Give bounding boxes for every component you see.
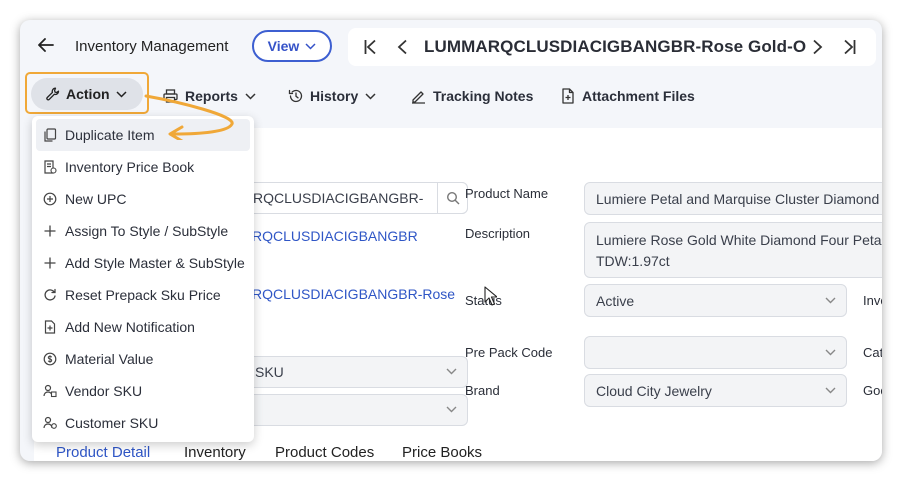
attachment-files-button[interactable]: Attachment Files: [561, 86, 695, 106]
menu-item-label: Vendor SKU: [65, 383, 143, 399]
annotation-arrow: [144, 94, 234, 140]
menu-item-label: Add New Notification: [65, 319, 195, 335]
app-window: Inventory Management View LUMMARQCLUSDIA…: [20, 20, 882, 461]
item-search-field[interactable]: RQCLUSDIACIGBANGBR-: [234, 182, 468, 214]
category-label-partial: Cat: [863, 345, 882, 360]
menu-item-add-style-master[interactable]: Add Style Master & SubStyle: [32, 247, 254, 279]
view-dropdown-button[interactable]: View: [252, 30, 332, 62]
history-icon: [288, 89, 303, 103]
tab-product-codes[interactable]: Product Codes: [275, 444, 374, 461]
refresh-icon: [43, 288, 57, 302]
action-button[interactable]: Action: [31, 78, 143, 110]
plus-icon: [43, 224, 57, 238]
menu-item-customer-sku[interactable]: Customer SKU: [32, 407, 254, 439]
next-record-icon[interactable]: [813, 39, 823, 55]
chevron-down-icon: [116, 90, 127, 98]
brand-value: Cloud City Jewelry: [596, 382, 712, 399]
menu-item-label: Reset Prepack Sku Price: [65, 287, 221, 303]
description-line1: Lumiere Rose Gold White Diamond Four Pet…: [596, 231, 882, 248]
file-plus-icon: [43, 320, 57, 334]
menu-item-label: Inventory Price Book: [65, 159, 195, 175]
item-search-value: RQCLUSDIACIGBANGBR-: [253, 190, 424, 206]
action-dropdown-menu: Duplicate Item Inventory Price Book New …: [32, 116, 254, 442]
page-title: Inventory Management: [75, 38, 229, 55]
status-value: Active: [596, 292, 635, 309]
brand-select[interactable]: Cloud City Jewelry: [584, 374, 847, 407]
mouse-cursor-icon: [484, 286, 497, 306]
chevron-down-icon: [446, 368, 457, 375]
tab-inventory[interactable]: Inventory: [184, 444, 246, 461]
menu-item-new-upc[interactable]: New UPC: [32, 183, 254, 215]
tracking-notes-button[interactable]: Tracking Notes: [411, 86, 533, 106]
description-label: Description: [465, 226, 531, 241]
menu-item-reset-prepack[interactable]: Reset Prepack Sku Price: [32, 279, 254, 311]
chevron-down-icon: [446, 406, 457, 413]
goods-label-partial: Goo: [863, 383, 882, 398]
menu-item-label: Assign To Style / SubStyle: [65, 223, 229, 239]
prepack-code-select[interactable]: [584, 336, 847, 369]
plus-circle-icon: [43, 192, 57, 206]
substyle-link[interactable]: RQCLUSDIACIGBANGBR-Rose: [252, 286, 455, 302]
back-arrow-icon[interactable]: [38, 38, 54, 52]
menu-item-inventory-price-book[interactable]: Inventory Price Book: [32, 151, 254, 183]
sku-select[interactable]: SKU: [234, 356, 468, 388]
description-line2: TDW:1.97ct: [596, 252, 670, 269]
menu-item-label: Material Value: [65, 351, 154, 367]
menu-item-label: Customer SKU: [65, 415, 159, 431]
wrench-icon: [46, 87, 60, 101]
history-label: History: [310, 88, 359, 104]
chevron-down-icon: [825, 349, 836, 355]
file-plus-icon: [561, 88, 575, 104]
copy-icon: [43, 128, 57, 142]
menu-item-add-notification[interactable]: Add New Notification: [32, 311, 254, 343]
product-name-field[interactable]: Lumiere Petal and Marquise Cluster Diamo…: [584, 182, 882, 215]
search-icon: [446, 191, 460, 205]
vendor-icon: [43, 384, 57, 398]
menu-item-assign-to-style[interactable]: Assign To Style / SubStyle: [32, 215, 254, 247]
prepack-code-label: Pre Pack Code: [465, 345, 553, 360]
chevron-down-icon: [305, 42, 316, 50]
attachment-files-label: Attachment Files: [582, 88, 695, 104]
chevron-down-icon: [365, 92, 376, 100]
search-button[interactable]: [437, 182, 468, 214]
menu-item-material-value[interactable]: Material Value: [32, 343, 254, 375]
tracking-notes-label: Tracking Notes: [433, 88, 534, 104]
price-book-icon: [43, 160, 57, 174]
menu-item-vendor-sku[interactable]: Vendor SKU: [32, 375, 254, 407]
tab-price-books[interactable]: Price Books: [402, 444, 482, 461]
first-record-icon[interactable]: [364, 39, 376, 55]
chevron-down-icon: [825, 387, 836, 393]
dollar-circle-icon: [43, 352, 57, 366]
description-field[interactable]: Lumiere Rose Gold White Diamond Four Pet…: [584, 222, 882, 278]
inventory-label-partial: Inve: [863, 293, 882, 308]
last-record-icon[interactable]: [844, 39, 856, 55]
menu-item-label: Add Style Master & SubStyle: [65, 255, 245, 271]
brand-label: Brand: [465, 383, 500, 398]
plus-icon: [43, 256, 57, 270]
style-link[interactable]: RQCLUSDIACIGBANGBR: [252, 228, 418, 244]
secondary-select[interactable]: [234, 394, 468, 426]
menu-item-label: New UPC: [65, 191, 127, 207]
tab-product-detail[interactable]: Product Detail: [56, 444, 150, 461]
action-label: Action: [66, 86, 110, 102]
pencil-icon: [411, 89, 426, 104]
product-name-label: Product Name: [465, 186, 549, 201]
chevron-down-icon: [825, 297, 836, 303]
sku-select-value: SKU: [255, 364, 284, 380]
previous-record-icon[interactable]: [397, 39, 407, 55]
item-title: LUMMARQCLUSDIACIGBANGBR-Rose Gold-O: [424, 37, 807, 56]
view-label: View: [267, 38, 300, 54]
product-name-value: Lumiere Petal and Marquise Cluster Diamo…: [596, 190, 882, 207]
history-button[interactable]: History: [288, 86, 376, 106]
status-select[interactable]: Active: [584, 284, 847, 317]
record-navigator: LUMMARQCLUSDIACIGBANGBR-Rose Gold-O: [348, 28, 876, 66]
customer-icon: [43, 416, 57, 430]
